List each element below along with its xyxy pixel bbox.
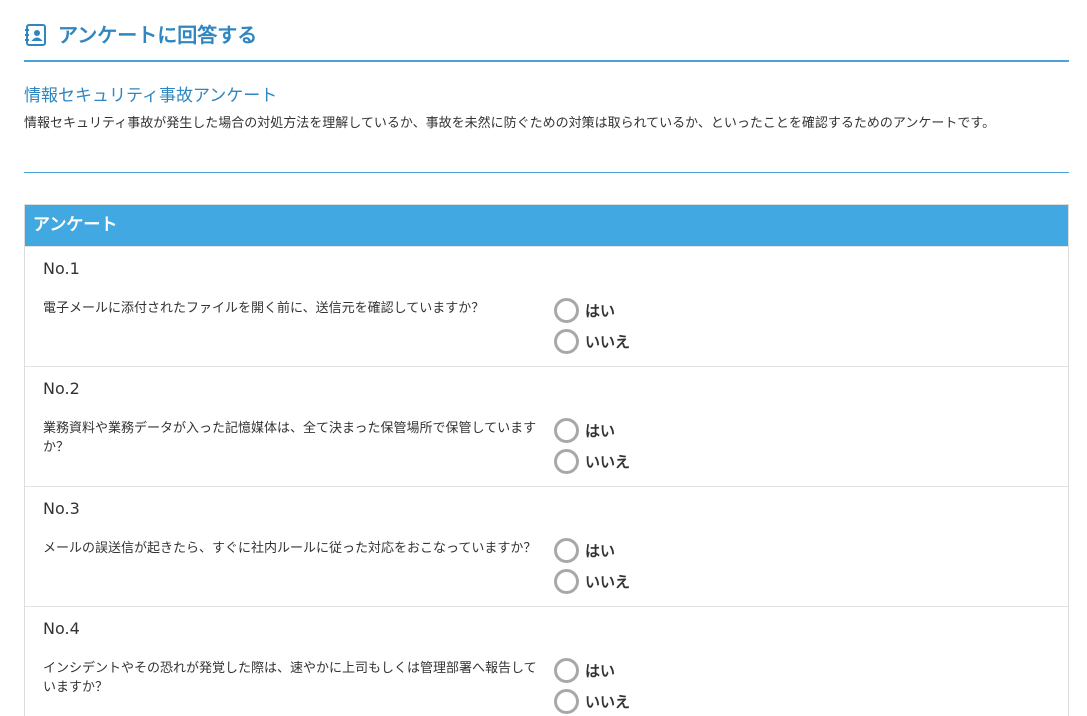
question-text: インシデントやその恐れが発覚した際は、速やかに上司もしくは管理部署へ報告していま…	[43, 661, 537, 695]
survey-page: アンケートに回答する 情報セキュリティ事故アンケート 情報セキュリティ事故が発生…	[0, 0, 1087, 716]
page-header: アンケートに回答する	[24, 18, 1069, 62]
survey-panel: アンケート No.1 電子メールに添付されたファイルを開く前に、送信元を確認して…	[24, 204, 1069, 716]
answer-no-label: いいえ	[585, 693, 631, 711]
answer-no-label: いいえ	[585, 453, 631, 471]
page-title: アンケートに回答する	[58, 23, 258, 47]
answer-no-option[interactable]: いいえ	[554, 569, 630, 594]
answer-yes-label: はい	[585, 662, 616, 680]
question-item: No.4 インシデントやその恐れが発覚した際は、速やかに上司もしくは管理部署へ報…	[25, 606, 1068, 716]
answer-yes-label: はい	[585, 542, 616, 560]
radio-button-no[interactable]	[554, 569, 579, 594]
answer-no-label: いいえ	[585, 573, 631, 591]
question-number: No.2	[43, 379, 80, 398]
question-text: メールの誤送信が起きたら、すぐに社内ルールに従った対応をおこなっていますか？	[43, 541, 537, 556]
radio-button-no[interactable]	[554, 689, 579, 714]
radio-button-yes[interactable]	[554, 538, 579, 563]
radio-button-no[interactable]	[554, 329, 579, 354]
answer-yes-option[interactable]: はい	[554, 298, 615, 323]
question-number: No.4	[43, 619, 80, 638]
answer-yes-option[interactable]: はい	[554, 538, 615, 563]
answer-yes-label: はい	[585, 422, 616, 440]
answer-no-option[interactable]: いいえ	[554, 449, 630, 474]
answer-no-option[interactable]: いいえ	[554, 689, 630, 714]
radio-button-yes[interactable]	[554, 298, 579, 323]
question-item: No.3 メールの誤送信が起きたら、すぐに社内ルールに従った対応をおこなっていま…	[25, 486, 1068, 606]
question-text: 電子メールに添付されたファイルを開く前に、送信元を確認していますか？	[43, 301, 485, 316]
question-text: 業務資料や業務データが入った記憶媒体は、全て決まった保管場所で保管していますか？	[43, 421, 537, 455]
radio-button-yes[interactable]	[554, 418, 579, 443]
survey-description: 情報セキュリティ事故が発生した場合の対処方法を理解しているか、事故を未然に防ぐた…	[24, 116, 996, 131]
question-item: No.2 業務資料や業務データが入った記憶媒体は、全て決まった保管場所で保管して…	[25, 366, 1068, 486]
question-item: No.1 電子メールに添付されたファイルを開く前に、送信元を確認していますか？ …	[25, 246, 1068, 366]
contact-card-icon	[25, 24, 46, 46]
answer-yes-option[interactable]: はい	[554, 418, 615, 443]
survey-intro: 情報セキュリティ事故アンケート 情報セキュリティ事故が発生した場合の対処方法を理…	[24, 84, 1069, 133]
answer-yes-label: はい	[585, 302, 616, 320]
answer-no-label: いいえ	[585, 333, 631, 351]
survey-title: 情報セキュリティ事故アンケート	[24, 86, 278, 106]
answer-no-option[interactable]: いいえ	[554, 329, 630, 354]
intro-divider	[24, 172, 1069, 173]
question-number: No.3	[43, 499, 80, 518]
answer-yes-option[interactable]: はい	[554, 658, 615, 683]
question-number: No.1	[43, 259, 80, 278]
survey-panel-heading: アンケート	[25, 205, 1068, 246]
radio-button-no[interactable]	[554, 449, 579, 474]
radio-button-yes[interactable]	[554, 658, 579, 683]
